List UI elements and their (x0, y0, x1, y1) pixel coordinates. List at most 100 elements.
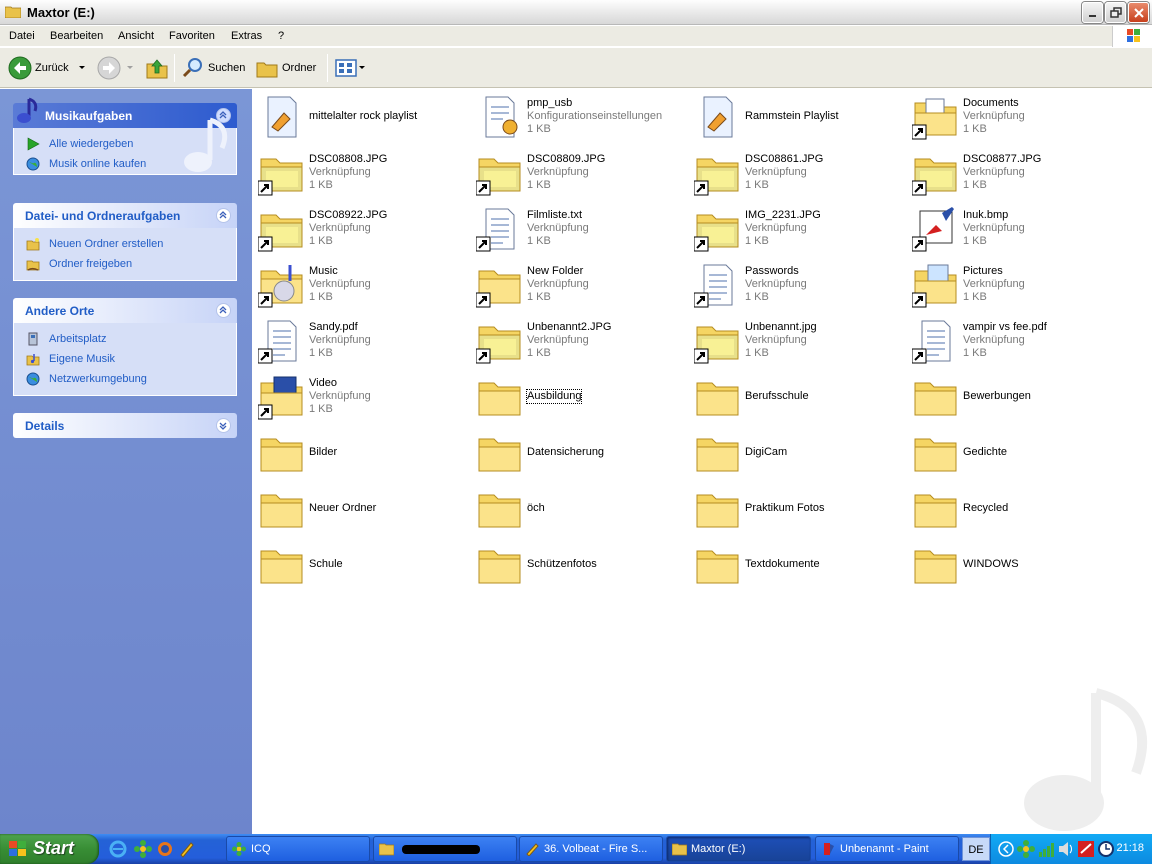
search-icon (182, 58, 202, 78)
file-item[interactable]: mittelalter rock playlist (252, 89, 470, 145)
back-button[interactable]: Zurück (8, 55, 89, 81)
signal-icon[interactable] (1037, 840, 1055, 858)
file-item[interactable]: vampir vs fee.pdf Verknüpfung 1 KB (906, 313, 1124, 369)
icq-tray-icon[interactable] (1017, 840, 1035, 858)
folder-item[interactable]: Schule (252, 537, 470, 593)
file-item[interactable]: DSC08861.JPG Verknüpfung 1 KB (688, 145, 906, 201)
collapse-chevron-icon[interactable] (216, 303, 231, 318)
folder-item[interactable]: Ausbildung (470, 369, 688, 425)
taskbar-button[interactable] (373, 836, 517, 862)
file-item[interactable]: New Folder Verknüpfung 1 KB (470, 257, 688, 313)
file-item[interactable]: DSC08809.JPG Verknüpfung 1 KB (470, 145, 688, 201)
file-item[interactable]: Filmliste.txt Verknüpfung 1 KB (470, 201, 688, 257)
file-item[interactable]: Documents Verknüpfung 1 KB (906, 89, 1124, 145)
folder-item[interactable]: öch (470, 481, 688, 537)
menu-bearbeiten[interactable]: Bearbeiten (50, 30, 103, 42)
folder-item[interactable]: Bewerbungen (906, 369, 1124, 425)
folder-item[interactable]: WINDOWS (906, 537, 1124, 593)
minimize-button[interactable] (1082, 2, 1103, 23)
taskbar-button[interactable]: Maxtor (E:) (666, 836, 811, 862)
taskbar-button[interactable]: ICQ (226, 836, 370, 862)
restore-button[interactable] (1105, 2, 1126, 23)
file-item[interactable]: Sandy.pdf Verknüpfung 1 KB (252, 313, 470, 369)
taskbar-button[interactable]: 36. Volbeat - Fire S... (519, 836, 663, 862)
file-item[interactable]: DSC08922.JPG Verknüpfung 1 KB (252, 201, 470, 257)
folder-item[interactable]: DigiCam (688, 425, 906, 481)
network-places-link[interactable]: Netzwerkumgebung (14, 369, 236, 389)
forward-button[interactable] (97, 55, 137, 81)
tray-expand-icon[interactable] (997, 840, 1015, 858)
close-button[interactable] (1128, 2, 1149, 23)
my-music-link[interactable]: Eigene Musik (14, 349, 236, 369)
item-name: Unbenannt.jpg (745, 321, 817, 333)
file-item[interactable]: Pictures Verknüpfung 1 KB (906, 257, 1124, 313)
ie-icon[interactable] (109, 840, 127, 858)
views-button[interactable] (334, 55, 366, 81)
item-name: Datensicherung (527, 446, 605, 458)
language-indicator[interactable]: DE (962, 837, 990, 861)
dropdown-arrow-icon (359, 66, 365, 69)
file-item[interactable]: Unbenannt2.JPG Verknüpfung 1 KB (470, 313, 688, 369)
taskbar-button[interactable]: Unbenannt - Paint (815, 836, 959, 862)
video-folder-shortcut-icon (258, 376, 303, 420)
other-places-header[interactable]: Andere Orte (13, 298, 237, 323)
file-item[interactable]: Unbenannt.jpg Verknüpfung 1 KB (688, 313, 906, 369)
expand-chevron-icon[interactable] (216, 418, 231, 433)
menu-datei[interactable]: Datei (9, 30, 35, 42)
windows-logo (1112, 26, 1152, 47)
file-item[interactable]: pmp_usb Konfigurationseinstellungen 1 KB (470, 89, 688, 145)
image-shortcut-icon (694, 158, 739, 196)
firefox-icon[interactable] (156, 840, 174, 858)
folder-item[interactable]: Textdokumente (688, 537, 906, 593)
folders-button[interactable]: Ordner (255, 55, 316, 81)
folder-item[interactable]: Praktikum Fotos (688, 481, 906, 537)
antivirus-icon[interactable] (1077, 840, 1095, 858)
folder-item[interactable]: Schützenfotos (470, 537, 688, 593)
icq-icon[interactable] (134, 840, 152, 858)
details-header[interactable]: Details (13, 413, 237, 438)
item-name: vampir vs fee.pdf (963, 321, 1047, 333)
file-item[interactable]: Passwords Verknüpfung 1 KB (688, 257, 906, 313)
volume-icon[interactable] (1057, 840, 1075, 858)
search-button[interactable]: Suchen (181, 55, 245, 81)
start-button[interactable]: Start (0, 834, 99, 864)
menu-help[interactable]: ? (278, 30, 284, 42)
file-item[interactable]: Rammstein Playlist (688, 89, 906, 145)
item-size: 1 KB (309, 179, 333, 191)
file-item[interactable]: DSC08877.JPG Verknüpfung 1 KB (906, 145, 1124, 201)
folder-item[interactable]: Bilder (252, 425, 470, 481)
folder-icon (914, 382, 957, 416)
file-item[interactable]: DSC08808.JPG Verknüpfung 1 KB (252, 145, 470, 201)
folder-icon (696, 438, 739, 472)
folder-icon (914, 494, 957, 528)
documents-shortcut-icon (912, 98, 957, 140)
file-item[interactable]: Inuk.bmp Verknüpfung 1 KB (906, 201, 1124, 257)
folder-item[interactable]: Datensicherung (470, 425, 688, 481)
file-tasks-header[interactable]: Datei- und Ordneraufgaben (13, 203, 237, 228)
file-item[interactable]: IMG_2231.JPG Verknüpfung 1 KB (688, 201, 906, 257)
folder-item[interactable]: Berufsschule (688, 369, 906, 425)
item-name: Textdokumente (745, 558, 820, 570)
up-button[interactable] (145, 55, 169, 81)
new-folder-link[interactable]: Neuen Ordner erstellen (14, 234, 236, 254)
folder-icon (260, 550, 303, 584)
text-shortcut-icon (258, 320, 297, 364)
file-item[interactable]: Video Verknüpfung 1 KB (252, 369, 470, 425)
winamp-icon[interactable] (178, 840, 196, 858)
menu-favoriten[interactable]: Favoriten (169, 30, 215, 42)
panel-title: Datei- und Ordneraufgaben (25, 209, 181, 223)
folder-item[interactable]: Recycled (906, 481, 1124, 537)
file-item[interactable]: Music Verknüpfung 1 KB (252, 257, 470, 313)
my-computer-link[interactable]: Arbeitsplatz (14, 329, 236, 349)
clock-tray-icon[interactable] (1097, 840, 1115, 858)
item-size: 1 KB (963, 235, 987, 247)
menu-ansicht[interactable]: Ansicht (118, 30, 154, 42)
folder-item[interactable]: Gedichte (906, 425, 1124, 481)
item-name: Video (309, 377, 337, 389)
share-folder-link[interactable]: Ordner freigeben (14, 254, 236, 274)
title-bar[interactable]: Maxtor (E:) (0, 0, 1152, 25)
menu-extras[interactable]: Extras (231, 30, 262, 42)
watermark-note-icon (184, 117, 228, 172)
collapse-chevron-icon[interactable] (216, 208, 231, 223)
folder-item[interactable]: Neuer Ordner (252, 481, 470, 537)
